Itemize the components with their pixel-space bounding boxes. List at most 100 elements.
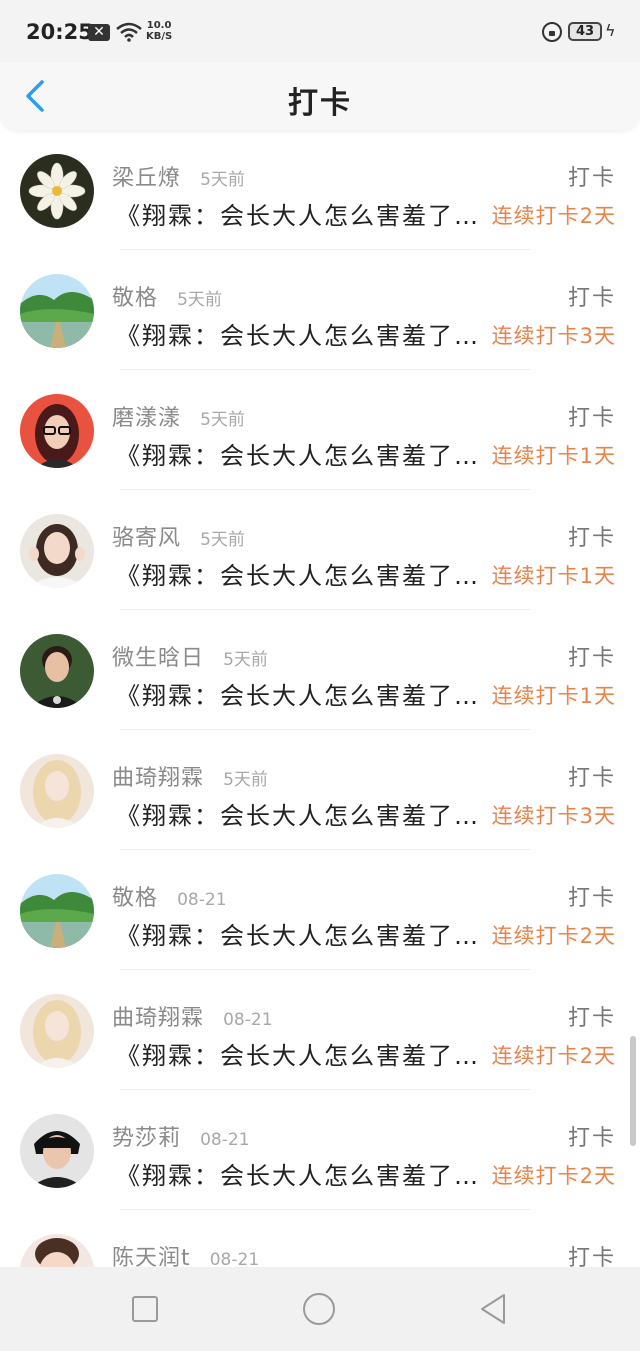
rotation-lock-icon [542,22,562,42]
network-speed-unit: KB/S [146,31,173,42]
streak-label: 连续打卡2天 [491,924,616,948]
streak-label: 连续打卡2天 [491,1044,616,1068]
checkin-action[interactable]: 打卡 [568,160,616,192]
book-title[interactable]: 《翔霖：会长大人怎么害羞了… [116,436,480,471]
girl-avatar-image [20,514,94,588]
list-item[interactable]: 敬格 5天前 打卡 《翔霖：会长大人怎么害羞了… 连续打卡3天 [0,250,640,370]
checkin-time: 5天前 [223,770,268,790]
user-name[interactable]: 磨漾漾 [112,406,181,431]
landscape-avatar-image [20,874,94,948]
book-title[interactable]: 《翔霖：会长大人怎么害羞了… [116,1156,480,1191]
name-line: 微生晗日 5天前 [112,640,268,671]
streak-label: 连续打卡3天 [491,804,616,828]
checkin-action[interactable]: 打卡 [568,1240,616,1267]
battery-indicator: 43 [568,22,602,41]
streak-label: 连续打卡1天 [491,444,616,468]
avatar[interactable] [20,754,94,828]
checkin-time: 08-21 [223,1010,273,1030]
status-time: 20:25 [26,20,93,44]
user-name[interactable]: 敬格 [112,886,158,911]
checkin-time: 5天前 [223,650,268,670]
avatar[interactable] [20,994,94,1068]
avatar[interactable] [20,874,94,948]
streak-label: 连续打卡1天 [491,564,616,588]
list-item[interactable]: 磨漾漾 5天前 打卡 《翔霖：会长大人怎么害羞了… 连续打卡1天 [0,370,640,490]
list-item[interactable]: 敬格 08-21 打卡 《翔霖：会长大人怎么害羞了… 连续打卡2天 [0,850,640,970]
checkin-time: 08-21 [177,890,227,910]
checkin-time: 5天前 [200,530,245,550]
network-speed-value: 10.0 [146,20,172,31]
book-title[interactable]: 《翔霖：会长大人怎么害羞了… [116,316,480,351]
user-name[interactable]: 陈天润t [112,1246,191,1267]
checkin-action[interactable]: 打卡 [568,520,616,552]
recent-apps-square-icon[interactable] [127,1291,163,1327]
checkin-time: 08-21 [209,1250,260,1267]
avatar[interactable] [20,634,94,708]
name-line: 陈天润t 08-21 [112,1240,259,1267]
flower-avatar-image [20,154,94,228]
streak-label: 连续打卡2天 [491,204,616,228]
list-item[interactable]: 骆寄风 5天前 打卡 《翔霖：会长大人怎么害羞了… 连续打卡1天 [0,490,640,610]
name-line: 骆寄风 5天前 [112,520,245,551]
woman-avatar-image [20,394,94,468]
user-name[interactable]: 敬格 [112,286,158,311]
checkin-list[interactable]: 梁丘燎 5天前 打卡 《翔霖：会长大人怎么害羞了… 连续打卡2天 敬格 5天前 … [0,130,640,1267]
user-name[interactable]: 曲琦翔霖 [112,1006,204,1031]
avatar[interactable] [20,1234,94,1267]
checkin-action[interactable]: 打卡 [568,640,616,672]
book-title[interactable]: 《翔霖：会长大人怎么害羞了… [116,1036,480,1071]
checkin-action[interactable]: 打卡 [568,760,616,792]
avatar[interactable] [20,514,94,588]
boy-avatar-image [20,1114,94,1188]
name-line: 曲琦翔霖 5天前 [112,760,268,791]
avatar[interactable] [20,154,94,228]
child-avatar-image [20,1234,94,1267]
checkin-action[interactable]: 打卡 [568,880,616,912]
network-speed: 10.0 KB/S [146,20,172,42]
name-line: 曲琦翔霖 08-21 [112,1000,273,1031]
list-item[interactable]: 梁丘燎 5天前 打卡 《翔霖：会长大人怎么害羞了… 连续打卡2天 [0,130,640,250]
book-title[interactable]: 《翔霖：会长大人怎么害羞了… [116,676,480,711]
checkin-action[interactable]: 打卡 [568,280,616,312]
blonde-avatar-image [20,994,94,1068]
user-name[interactable]: 微生晗日 [112,646,204,671]
name-line: 敬格 5天前 [112,280,222,311]
charging-icon: ϟ [605,21,616,40]
man-avatar-image [20,634,94,708]
list-item[interactable]: 曲琦翔霖 5天前 打卡 《翔霖：会长大人怎么害羞了… 连续打卡3天 [0,730,640,850]
scrollbar[interactable] [630,1036,636,1146]
book-title[interactable]: 《翔霖：会长大人怎么害羞了… [116,796,480,831]
back-triangle-icon[interactable] [476,1291,512,1327]
system-nav-bar [0,1267,640,1351]
avatar[interactable] [20,394,94,468]
user-name[interactable]: 梁丘燎 [112,166,181,191]
checkin-action[interactable]: 打卡 [568,1000,616,1032]
user-name[interactable]: 曲琦翔霖 [112,766,204,791]
book-title[interactable]: 《翔霖：会长大人怎么害羞了… [116,196,480,231]
name-line: 势莎莉 08-21 [112,1120,250,1151]
header: 打卡 [0,62,640,130]
checkin-time: 5天前 [177,290,222,310]
checkin-time: 5天前 [200,410,245,430]
status-bar: 20:25 ✕ 10.0 KB/S 43 ϟ [0,0,640,62]
name-line: 磨漾漾 5天前 [112,400,245,431]
avatar[interactable] [20,1114,94,1188]
user-name[interactable]: 骆寄风 [112,526,181,551]
name-line: 梁丘燎 5天前 [112,160,245,191]
user-name[interactable]: 势莎莉 [112,1126,181,1151]
list-item[interactable]: 势莎莉 08-21 打卡 《翔霖：会长大人怎么害羞了… 连续打卡2天 [0,1090,640,1210]
name-line: 敬格 08-21 [112,880,227,911]
home-circle-icon[interactable] [301,1291,337,1327]
streak-label: 连续打卡2天 [491,1164,616,1188]
list-item[interactable]: 曲琦翔霖 08-21 打卡 《翔霖：会长大人怎么害羞了… 连续打卡2天 [0,970,640,1090]
streak-label: 连续打卡1天 [491,684,616,708]
list-item[interactable]: 微生晗日 5天前 打卡 《翔霖：会长大人怎么害羞了… 连续打卡1天 [0,610,640,730]
checkin-action[interactable]: 打卡 [568,400,616,432]
wifi-icon [116,22,142,42]
checkin-action[interactable]: 打卡 [568,1120,616,1152]
book-title[interactable]: 《翔霖：会长大人怎么害羞了… [116,556,480,591]
list-item[interactable]: 陈天润t 08-21 打卡 [0,1210,640,1267]
avatar[interactable] [20,274,94,348]
checkin-time: 08-21 [200,1130,250,1150]
book-title[interactable]: 《翔霖：会长大人怎么害羞了… [116,916,480,951]
